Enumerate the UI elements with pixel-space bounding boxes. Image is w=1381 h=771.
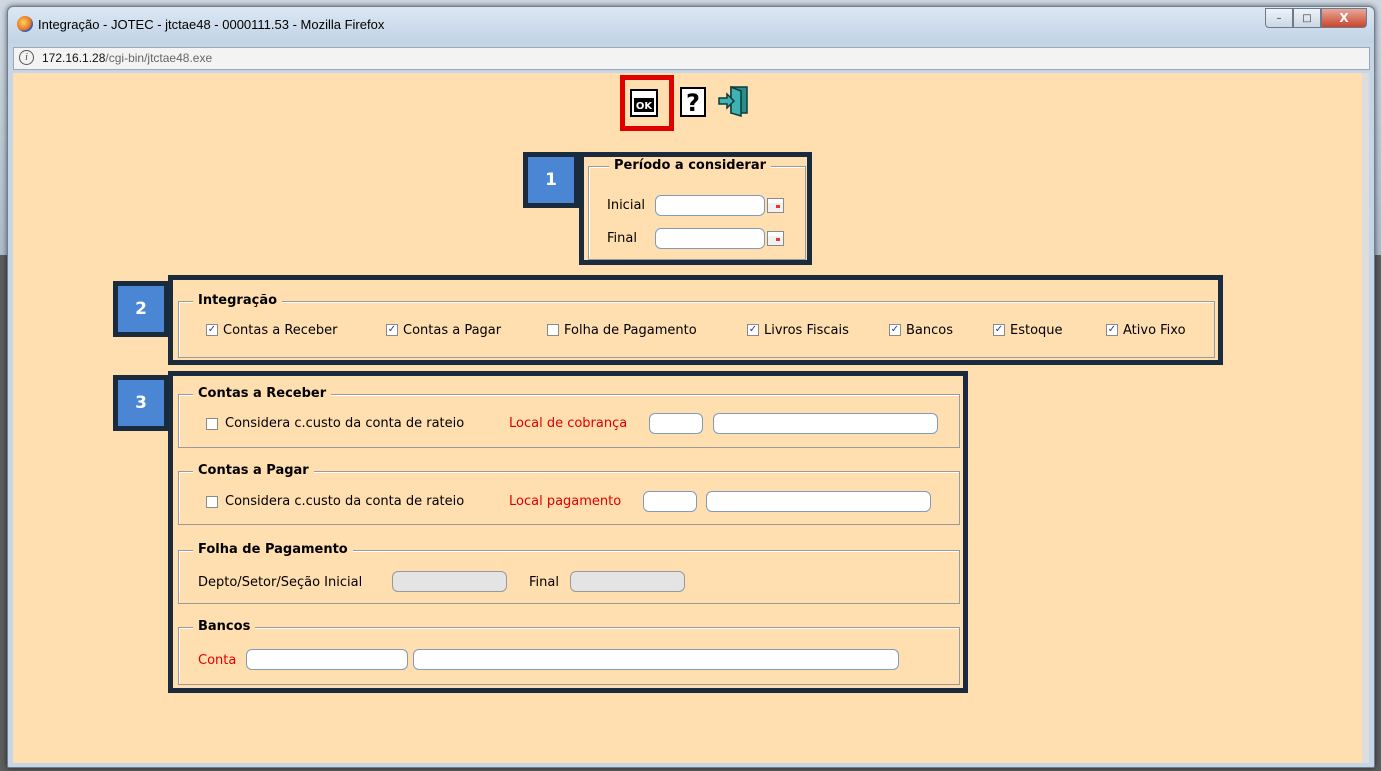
maximize-button[interactable]: □	[1293, 8, 1321, 28]
url-host: 172.16.1.28	[42, 51, 106, 65]
svg-text:?: ?	[686, 89, 700, 117]
final-date-input[interactable]	[655, 228, 765, 249]
integracao-option-label: Contas a Pagar	[403, 323, 502, 338]
inicial-date-input[interactable]	[655, 195, 765, 216]
receber-check-label: Considera c.custo da conta de rateio	[225, 416, 465, 431]
integracao-checkbox[interactable]: ✓	[386, 324, 398, 336]
integracao-checkbox[interactable]: ✓	[1106, 324, 1118, 336]
help-icon[interactable]: ?	[680, 87, 706, 117]
title-bar: Integração - JOTEC - jtctae48 - 0000111.…	[8, 7, 1374, 43]
conta-desc-input[interactable]	[413, 649, 899, 670]
folha-final-label: Final	[529, 575, 559, 590]
periodo-legend: Período a considerar	[609, 158, 772, 173]
integracao-checkbox[interactable]	[547, 324, 559, 336]
receber-legend: Contas a Receber	[193, 386, 332, 401]
calendar-icon[interactable]	[767, 231, 784, 246]
integracao-checkbox[interactable]: ✓	[993, 324, 1005, 336]
folha-inicial-input	[392, 571, 507, 592]
folha-inicial-label: Depto/Setor/Seção Inicial	[198, 575, 363, 590]
scrollbar[interactable]	[1362, 73, 1369, 763]
close-button[interactable]: X	[1321, 8, 1367, 28]
calendar-icon[interactable]	[767, 198, 784, 213]
integracao-checkbox[interactable]: ✓	[206, 324, 218, 336]
integracao-option-label: Livros Fiscais	[764, 323, 849, 338]
final-label: Final	[607, 231, 637, 246]
browser-window: Integração - JOTEC - jtctae48 - 0000111.…	[7, 6, 1375, 768]
marker-1: 1	[523, 152, 579, 208]
window-title: Integração - JOTEC - jtctae48 - 0000111.…	[38, 17, 385, 32]
integracao-option-label: Estoque	[1010, 323, 1063, 338]
receber-checkbox[interactable]	[206, 418, 218, 430]
page-content: OK ? 1 Período a considerar Inicial Fina…	[13, 73, 1362, 763]
pagar-legend: Contas a Pagar	[193, 463, 314, 478]
integracao-checkbox[interactable]: ✓	[889, 324, 901, 336]
minimize-button[interactable]: –	[1265, 8, 1293, 28]
local-cobranca-code-input[interactable]	[649, 413, 703, 434]
integracao-checkbox[interactable]: ✓	[747, 324, 759, 336]
conta-label: Conta	[198, 653, 237, 668]
local-cobranca-label: Local de cobrança	[509, 416, 628, 431]
local-pagamento-desc-input[interactable]	[706, 491, 931, 512]
integracao-option-label: Ativo Fixo	[1123, 323, 1186, 338]
svg-text:OK: OK	[636, 101, 654, 112]
ok-icon[interactable]: OK	[630, 89, 658, 117]
window-controls: – □ X	[1265, 8, 1367, 28]
pagar-checkbox[interactable]	[206, 496, 218, 508]
folha-final-input	[570, 571, 685, 592]
marker-2: 2	[113, 281, 169, 337]
address-bar[interactable]: i 172.16.1.28/cgi-bin/jtctae48.exe	[13, 47, 1370, 70]
integracao-option-label: Contas a Receber	[223, 323, 338, 338]
local-cobranca-desc-input[interactable]	[713, 413, 938, 434]
local-pagamento-label: Local pagamento	[509, 494, 622, 509]
bancos-legend: Bancos	[193, 619, 256, 634]
conta-code-input[interactable]	[246, 649, 408, 670]
pagar-check-label: Considera c.custo da conta de rateio	[225, 494, 465, 509]
integracao-option-label: Folha de Pagamento	[564, 323, 697, 338]
folha-legend: Folha de Pagamento	[193, 542, 353, 557]
exit-icon[interactable]	[717, 85, 751, 117]
integracao-option-label: Bancos	[906, 323, 953, 338]
integracao-legend: Integração	[193, 293, 283, 308]
firefox-icon	[17, 16, 33, 32]
info-icon[interactable]: i	[19, 50, 34, 65]
url-path: /cgi-bin/jtctae48.exe	[105, 51, 213, 65]
url-text[interactable]: 172.16.1.28/cgi-bin/jtctae48.exe	[42, 51, 212, 65]
marker-3: 3	[113, 375, 169, 431]
inicial-label: Inicial	[607, 198, 646, 213]
local-pagamento-code-input[interactable]	[643, 491, 697, 512]
